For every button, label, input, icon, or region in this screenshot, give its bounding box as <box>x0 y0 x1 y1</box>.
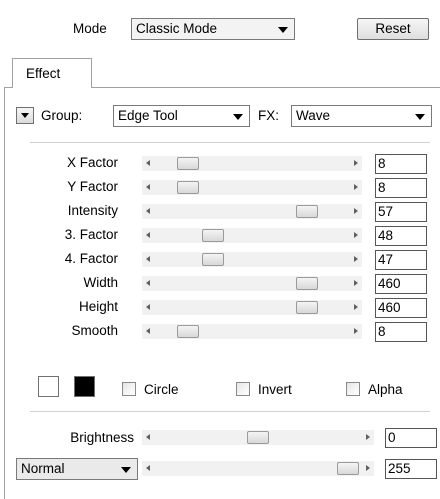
scroll-right-arrow-icon[interactable] <box>354 280 358 286</box>
param-value-field[interactable]: 460 <box>375 274 427 294</box>
reset-button[interactable]: Reset <box>357 18 429 40</box>
blend-mode-value: Normal <box>21 461 65 476</box>
separator <box>30 142 430 144</box>
brightness-value: 0 <box>388 430 396 445</box>
scroll-right-arrow-icon[interactable] <box>354 184 358 190</box>
slider-thumb[interactable] <box>296 301 319 314</box>
scroll-left-arrow-icon[interactable] <box>146 256 150 262</box>
fx-dropdown-value: Wave <box>296 108 331 123</box>
scroll-right-arrow-icon[interactable] <box>354 304 358 310</box>
slider-thumb[interactable] <box>177 157 200 170</box>
param-value: 57 <box>378 204 394 219</box>
slider-thumb[interactable] <box>177 325 200 338</box>
invert-checkbox[interactable] <box>236 382 250 396</box>
param-label: Height <box>78 299 118 314</box>
brightness-slider[interactable] <box>142 430 374 445</box>
separator <box>30 411 430 413</box>
param-value-field[interactable]: 460 <box>375 298 427 318</box>
chevron-down-icon <box>233 114 243 120</box>
blend-value: 255 <box>388 461 411 476</box>
param-label: 4. Factor <box>64 251 118 266</box>
param-value: 8 <box>378 156 386 171</box>
scroll-left-arrow-icon[interactable] <box>146 160 150 166</box>
slider-thumb[interactable] <box>337 462 359 475</box>
mode-dropdown[interactable]: Classic Mode <box>131 18 295 40</box>
mode-dropdown-value: Classic Mode <box>136 21 218 36</box>
param-slider[interactable] <box>142 276 362 291</box>
group-dropdown-value: Edge Tool <box>118 108 178 123</box>
param-value-field[interactable]: 8 <box>375 322 427 342</box>
param-value: 47 <box>378 252 394 267</box>
primary-color-swatch[interactable] <box>38 376 59 397</box>
group-label: Group: <box>41 108 83 123</box>
param-slider[interactable] <box>142 324 362 339</box>
slider-thumb[interactable] <box>202 229 225 242</box>
param-value-field[interactable]: 8 <box>375 178 427 198</box>
scroll-left-arrow-icon[interactable] <box>146 434 150 440</box>
param-value-field[interactable]: 47 <box>375 250 427 270</box>
param-slider[interactable] <box>142 180 362 195</box>
slider-thumb[interactable] <box>177 181 200 194</box>
param-value-field[interactable]: 8 <box>375 154 427 174</box>
param-value: 48 <box>378 228 394 243</box>
invert-label: Invert <box>258 382 292 397</box>
scroll-right-arrow-icon[interactable] <box>354 256 358 262</box>
param-label: Intensity <box>67 203 118 218</box>
scroll-right-arrow-icon[interactable] <box>354 328 358 334</box>
brightness-label: Brightness <box>70 430 134 445</box>
slider-thumb[interactable] <box>202 253 225 266</box>
scroll-right-arrow-icon[interactable] <box>366 434 370 440</box>
param-label: 3. Factor <box>64 227 118 242</box>
fx-label: FX: <box>258 108 280 123</box>
alpha-checkbox[interactable] <box>346 382 360 396</box>
scroll-left-arrow-icon[interactable] <box>146 304 150 310</box>
fx-dropdown[interactable]: Wave <box>291 105 432 127</box>
tab-effect[interactable]: Effect <box>12 58 92 88</box>
scroll-right-arrow-icon[interactable] <box>354 232 358 238</box>
param-value: 460 <box>378 276 401 291</box>
scroll-left-arrow-icon[interactable] <box>146 208 150 214</box>
param-slider[interactable] <box>142 252 362 267</box>
param-label: Y Factor <box>67 179 118 194</box>
chevron-down-icon <box>278 27 288 33</box>
param-label: X Factor <box>66 155 118 170</box>
circle-checkbox[interactable] <box>122 382 136 396</box>
slider-thumb[interactable] <box>296 205 319 218</box>
collapse-button[interactable] <box>16 107 34 124</box>
group-dropdown[interactable]: Edge Tool <box>113 105 250 127</box>
chevron-down-icon <box>415 114 425 120</box>
blend-mode-dropdown[interactable]: Normal <box>16 458 138 480</box>
mode-label: Mode <box>73 21 107 36</box>
param-value: 8 <box>378 180 386 195</box>
param-slider[interactable] <box>142 228 362 243</box>
brightness-value-field[interactable]: 0 <box>385 428 437 448</box>
scroll-left-arrow-icon[interactable] <box>146 328 150 334</box>
scroll-right-arrow-icon[interactable] <box>354 160 358 166</box>
scroll-right-arrow-icon[interactable] <box>354 208 358 214</box>
blend-slider[interactable] <box>142 461 374 476</box>
scroll-left-arrow-icon[interactable] <box>146 184 150 190</box>
triangle-down-icon <box>21 113 29 118</box>
param-value: 460 <box>378 300 401 315</box>
scroll-left-arrow-icon[interactable] <box>146 232 150 238</box>
scroll-left-arrow-icon[interactable] <box>146 280 150 286</box>
param-value-field[interactable]: 48 <box>375 226 427 246</box>
tab-effect-label: Effect <box>26 66 61 81</box>
scroll-right-arrow-icon[interactable] <box>366 465 370 471</box>
secondary-color-swatch[interactable] <box>74 376 95 397</box>
blend-value-field[interactable]: 255 <box>385 459 437 479</box>
param-label: Smooth <box>71 323 118 338</box>
circle-label: Circle <box>144 382 179 397</box>
slider-thumb[interactable] <box>247 431 269 444</box>
param-label: Width <box>83 275 118 290</box>
alpha-label: Alpha <box>368 382 403 397</box>
param-slider[interactable] <box>142 204 362 219</box>
param-value: 8 <box>378 324 386 339</box>
param-value-field[interactable]: 57 <box>375 202 427 222</box>
slider-thumb[interactable] <box>296 277 319 290</box>
param-slider[interactable] <box>142 156 362 171</box>
param-slider[interactable] <box>142 300 362 315</box>
chevron-down-icon <box>121 467 131 473</box>
scroll-left-arrow-icon[interactable] <box>146 465 150 471</box>
